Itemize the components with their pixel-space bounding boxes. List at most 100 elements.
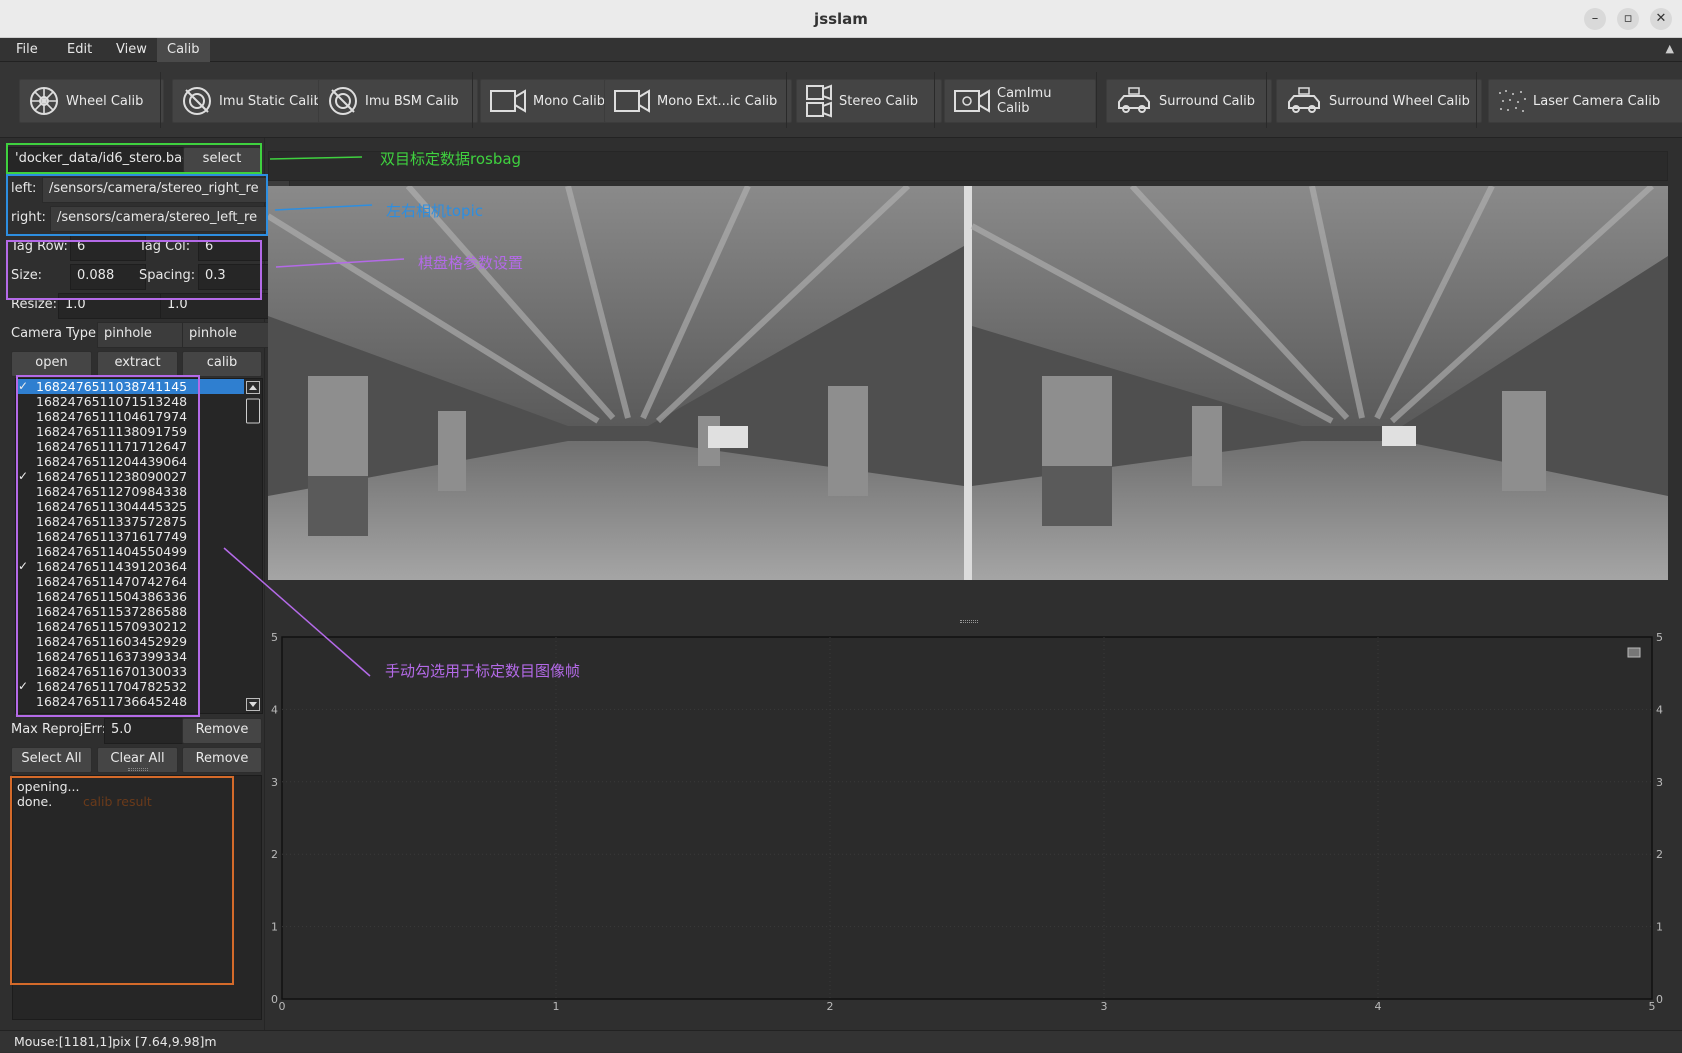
frame-list-item[interactable]: 1682476511104617974 bbox=[16, 409, 262, 424]
bag-path-input[interactable]: 'docker_data/id6_stero.bag bbox=[8, 147, 194, 173]
frame-timestamp: 1682476511603452929 bbox=[36, 634, 188, 649]
surround-wheel-calib-button[interactable]: Surround Wheel Calib bbox=[1276, 79, 1482, 123]
x-tick-label: 3 bbox=[1101, 1000, 1108, 1010]
mono-extrinsic-calib-button[interactable]: Mono Ext...ic Calib bbox=[604, 79, 792, 123]
toolbar-separator bbox=[934, 72, 935, 128]
left-topic-label: left: bbox=[11, 181, 37, 196]
frame-list-item[interactable]: 1682476511603452929 bbox=[16, 634, 262, 649]
y-tick-label-left: 4 bbox=[271, 703, 278, 716]
camimu-calib-button[interactable]: CamImu Calib bbox=[944, 79, 1096, 123]
resize-y-input[interactable]: 1.0 bbox=[160, 293, 272, 319]
splitter-handle[interactable] bbox=[128, 768, 148, 771]
wheel-calib-button[interactable]: Wheel Calib bbox=[19, 79, 164, 123]
toolbar-separator bbox=[160, 72, 161, 128]
imu-bsm-calib-button[interactable]: Imu BSM Calib bbox=[318, 79, 478, 123]
remove-selected-button[interactable]: Remove bbox=[182, 747, 262, 773]
reprojection-plot[interactable]: 012345001122334455 bbox=[268, 626, 1668, 1013]
x-tick-label: 5 bbox=[1649, 1000, 1656, 1010]
select-all-button[interactable]: Select All bbox=[11, 747, 92, 773]
frame-list-item[interactable]: ✓ 1682476511704782532 bbox=[16, 679, 262, 694]
frame-list-item[interactable]: ✓ 1682476511439120364 bbox=[16, 559, 262, 574]
imu-bsm-icon bbox=[329, 87, 357, 115]
frame-list-item[interactable]: ✓ 1682476511238090027 bbox=[16, 469, 262, 484]
checkbox-check-icon[interactable]: ✓ bbox=[18, 469, 28, 484]
y-tick-label-left: 2 bbox=[271, 848, 278, 861]
select-bag-button[interactable]: select bbox=[183, 147, 261, 173]
open-button[interactable]: open bbox=[11, 351, 92, 377]
frame-list-item[interactable]: 1682476511371617749 bbox=[16, 529, 262, 544]
mono-calib-label: Mono Calib bbox=[533, 93, 606, 109]
bag-annotation-text: 双目标定数据rosbag bbox=[380, 150, 522, 168]
laser-camera-calib-button[interactable]: Laser Camera Calib bbox=[1488, 79, 1682, 123]
tag-row-label: Tag Row: bbox=[11, 239, 68, 254]
surround-calib-label: Surround Calib bbox=[1159, 93, 1256, 109]
y-tick-label-right: 3 bbox=[1656, 776, 1663, 789]
title-bar: jsslam – ▫ ✕ bbox=[0, 0, 1682, 38]
log-panel: opening... done. calib result bbox=[12, 775, 262, 1020]
spacing-input[interactable]: 0.3 bbox=[198, 264, 272, 290]
toolbar-collapse-icon[interactable]: ▲ bbox=[1666, 42, 1674, 55]
right-topic-value: /sensors/camera/stereo_left_re bbox=[57, 210, 258, 225]
right-topic-select[interactable]: /sensors/camera/stereo_left_re bbox=[50, 206, 290, 232]
tag-col-label: Tag Col: bbox=[139, 239, 191, 254]
frame-timestamp: 1682476511371617749 bbox=[36, 529, 188, 544]
list-scrollbar[interactable] bbox=[246, 381, 260, 711]
stereo-camera-icon bbox=[806, 84, 832, 118]
frame-list-item[interactable]: 1682476511304445325 bbox=[16, 499, 262, 514]
topics-annotation-text: 左右相机topic bbox=[386, 202, 483, 220]
tag-row-input[interactable]: 6 bbox=[70, 235, 146, 261]
frame-list-item[interactable]: 1682476511504386336 bbox=[16, 589, 262, 604]
checkbox-check-icon[interactable]: ✓ bbox=[18, 379, 28, 394]
frame-timestamp: 1682476511504386336 bbox=[36, 589, 188, 604]
calib-button[interactable]: calib bbox=[182, 351, 262, 377]
frame-list-item[interactable]: 1682476511138091759 bbox=[16, 424, 262, 439]
view-splitter-handle[interactable] bbox=[960, 620, 978, 623]
menu-file[interactable]: File bbox=[6, 38, 48, 62]
frame-list-item[interactable]: 1682476511204439064 bbox=[16, 454, 262, 469]
close-button[interactable]: ✕ bbox=[1650, 8, 1672, 30]
frame-list-item[interactable]: 1682476511736645248 bbox=[16, 694, 262, 709]
frame-list[interactable]: ✓ 1682476511038741145 1682476511071513248 1… bbox=[15, 378, 263, 714]
frame-list-item[interactable]: 1682476511670130033 bbox=[16, 664, 262, 679]
surround-calib-button[interactable]: Surround Calib bbox=[1106, 79, 1272, 123]
frame-list-item[interactable]: ✓ 1682476511038741145 bbox=[16, 379, 244, 394]
frame-list-item[interactable]: 1682476511270984338 bbox=[16, 484, 262, 499]
max-reproj-input[interactable]: 5.0 bbox=[104, 718, 188, 744]
remove-by-error-button[interactable]: Remove bbox=[182, 718, 262, 744]
imu-static-calib-button[interactable]: Imu Static Calib bbox=[172, 79, 332, 123]
car-camera-icon bbox=[1288, 87, 1320, 113]
y-tick-label-left: 0 bbox=[271, 993, 278, 1006]
frame-list-item[interactable]: 1682476511470742764 bbox=[16, 574, 262, 589]
extract-button[interactable]: extract bbox=[97, 351, 178, 377]
mono-extrinsic-calib-label: Mono Ext...ic Calib bbox=[657, 93, 778, 109]
y-tick-label-left: 1 bbox=[271, 921, 278, 934]
frame-list-item[interactable]: 1682476511570930212 bbox=[16, 619, 262, 634]
minimize-button[interactable]: – bbox=[1584, 8, 1606, 30]
maximize-button[interactable]: ▫ bbox=[1617, 8, 1639, 30]
frame-timestamp: 1682476511071513248 bbox=[36, 394, 188, 409]
right-camera-image bbox=[970, 183, 1668, 580]
stereo-calib-button[interactable]: Stereo Calib bbox=[796, 79, 942, 123]
frame-timestamp: 1682476511104617974 bbox=[36, 409, 188, 424]
checkbox-check-icon[interactable]: ✓ bbox=[18, 559, 28, 574]
mono-calib-button[interactable]: Mono Calib bbox=[480, 79, 618, 123]
image-divider bbox=[964, 186, 972, 580]
tag-col-input[interactable]: 6 bbox=[198, 235, 272, 261]
right-topic-label: right: bbox=[11, 210, 46, 225]
plot-frame bbox=[281, 636, 1653, 1000]
menu-view[interactable]: View bbox=[106, 38, 157, 62]
frame-timestamp: 1682476511736645248 bbox=[36, 694, 188, 709]
size-input[interactable]: 0.088 bbox=[70, 264, 146, 290]
left-topic-select[interactable]: /sensors/camera/stereo_right_re bbox=[42, 177, 290, 203]
frame-list-item[interactable]: 1682476511537286588 bbox=[16, 604, 262, 619]
frame-list-item[interactable]: 1682476511404550499 bbox=[16, 544, 262, 559]
menu-calib[interactable]: Calib bbox=[157, 38, 210, 62]
frame-list-item[interactable]: 1682476511171712647 bbox=[16, 439, 262, 454]
frame-list-item[interactable]: 1682476511337572875 bbox=[16, 514, 262, 529]
menu-edit[interactable]: Edit bbox=[57, 38, 102, 62]
frame-list-item[interactable]: 1682476511637399334 bbox=[16, 649, 262, 664]
frame-list-item[interactable]: 1682476511071513248 bbox=[16, 394, 262, 409]
resize-x-input[interactable]: 1.0 bbox=[58, 293, 170, 319]
checkbox-check-icon[interactable]: ✓ bbox=[18, 679, 28, 694]
frame-rows: ✓ 1682476511038741145 1682476511071513248 1… bbox=[16, 379, 262, 709]
